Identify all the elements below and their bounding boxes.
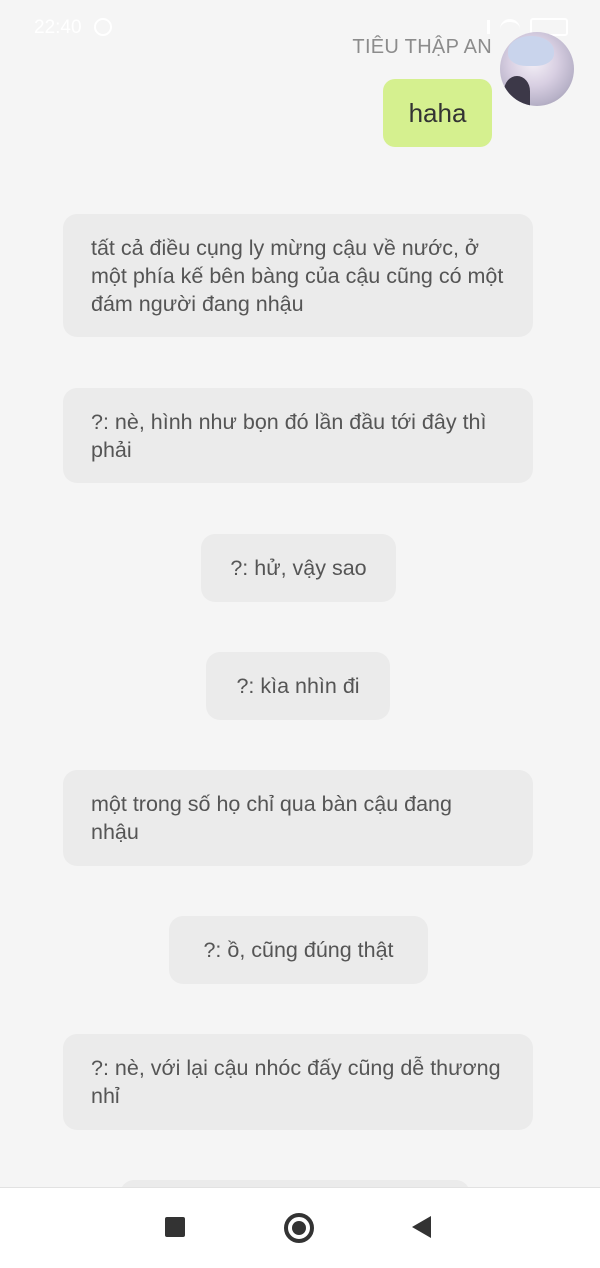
notification-icon: [94, 18, 112, 36]
back-button[interactable]: [406, 1212, 436, 1242]
avatar-hair: [508, 36, 554, 66]
wifi-icon: [500, 18, 520, 36]
stop-square-icon: [165, 1217, 185, 1237]
back-triangle-icon: [411, 1216, 431, 1238]
status-icons: [475, 18, 568, 36]
message-bubble[interactable]: tất cả điều cụng ly mừng cậu về nước, ở …: [63, 214, 533, 337]
message-bubble[interactable]: ?: nè, với lại cậu nhóc đấy cũng dễ thươ…: [63, 1034, 533, 1130]
message-bubble[interactable]: ?: nè, hình như bọn đó lần đầu tới đây t…: [63, 388, 533, 483]
status-time: 22:40: [34, 17, 82, 38]
message-bubble[interactable]: ?: kìa nhìn đi: [206, 652, 390, 720]
message-bubble[interactable]: ?: ồ, cũng đúng thật: [169, 916, 428, 984]
message-bubble[interactable]: một trong số họ chỉ qua bàn cậu đang nhậ…: [63, 770, 533, 866]
avatar-shadow: [504, 76, 530, 106]
signal-icon: [475, 20, 490, 34]
home-button[interactable]: [283, 1212, 315, 1244]
navigation-bar: [0, 1187, 600, 1268]
recent-apps-button[interactable]: [160, 1212, 190, 1242]
message-bubble[interactable]: ?: hử, vậy sao: [201, 534, 396, 602]
sender-name: TIÊU THẬP AN: [352, 36, 492, 58]
home-circle-icon: [284, 1213, 314, 1243]
avatar[interactable]: [500, 32, 574, 106]
my-message-bubble[interactable]: haha: [383, 79, 492, 147]
